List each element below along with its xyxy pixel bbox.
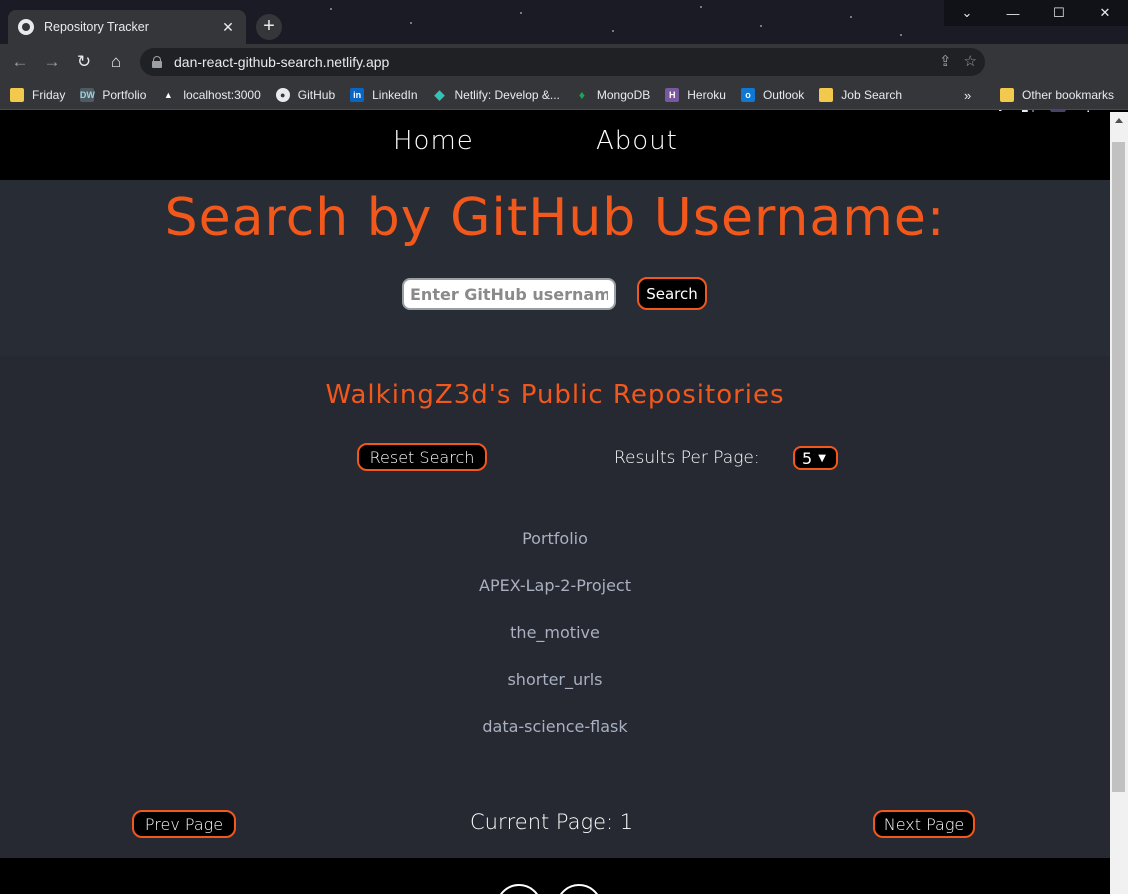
bookmark-label: GitHub [297,87,336,102]
window-controls: ⌄ — ☐ ✕ [944,0,1128,26]
bookmark-item[interactable]: DW Portfolio [79,87,147,102]
forward-icon[interactable]: → [36,46,68,78]
results-per-page-label: Results Per Page: [614,448,760,468]
search-button[interactable]: Search [637,277,707,310]
heroku-icon: H [665,87,680,102]
current-page-indicator: Current Page: 1 [470,810,634,834]
bookmark-label: Outlook [762,87,805,102]
folder-icon [1000,88,1014,102]
github-favicon-icon [18,19,34,35]
linkedin-icon: in [350,87,365,102]
chevron-down-icon: ▼ [818,452,826,464]
browser-title-bar: Repository Tracker ✕ + ⌄ — ☐ ✕ [0,0,1128,44]
mongodb-icon: ♦ [578,87,585,102]
reset-search-button[interactable]: Reset Search [357,443,487,471]
username-search-input[interactable] [402,278,616,310]
bookmark-item[interactable]: H Heroku [665,87,726,102]
nav-home-link[interactable]: Home [393,126,474,156]
lock-icon [152,56,162,68]
bookmark-item[interactable]: o Outlook [740,87,805,102]
bookmark-item[interactable]: ♦ MongoDB [575,88,650,102]
browser-tab[interactable]: Repository Tracker ✕ [8,10,246,44]
next-page-button[interactable]: Next Page [873,810,975,838]
scroll-up-arrow-icon[interactable] [1115,118,1123,123]
page-viewport: Home About Search by GitHub Username: Se… [0,112,1110,894]
bookmark-label: Heroku [687,87,726,102]
close-window-icon[interactable]: ✕ [1082,0,1128,26]
footer-social-icon[interactable] [556,884,602,894]
bookmark-item[interactable]: ● GitHub [275,87,336,102]
bookmark-label: Job Search [841,87,902,102]
results-per-page-select[interactable]: 5 ▼ [793,446,838,470]
bookmark-item[interactable]: ◆ Netlify: Develop &... [433,86,560,102]
repo-list-item[interactable]: Portfolio [0,529,1110,548]
page-title: Search by GitHub Username: [164,188,946,248]
repo-list-item[interactable]: the_motive [0,623,1110,642]
tab-title: Repository Tracker [44,20,149,34]
bookmark-label: Other bookmarks [1022,88,1115,102]
netlify-icon: ◆ [434,86,445,102]
bookmark-item[interactable]: ▲ localhost:3000 [161,87,261,102]
results-section: WalkingZ3d's Public Repositories Reset S… [0,356,1110,858]
bookmark-item[interactable]: Job Search [819,87,902,102]
triangle-icon: ▲ [163,89,173,100]
bookmark-label: LinkedIn [372,87,418,102]
close-tab-icon[interactable]: ✕ [220,19,236,35]
browser-toolbar: ← → ↻ ⌂ dan-react-github-search.netlify.… [0,44,1128,115]
more-bookmarks-chevron-icon[interactable]: » [964,80,971,110]
folder-icon [819,87,834,102]
reload-icon[interactable]: ↻ [68,46,100,78]
bookmark-label: Netlify: Develop &... [454,87,560,102]
prev-page-button[interactable]: Prev Page [132,810,236,838]
address-bar[interactable]: dan-react-github-search.netlify.app ⇪ ☆ [140,48,985,76]
outlook-icon: o [740,87,755,102]
maximize-icon[interactable]: ☐ [1036,0,1082,26]
bookmark-star-icon[interactable]: ☆ [964,52,977,70]
share-icon[interactable]: ⇪ [939,52,952,70]
back-icon[interactable]: ← [4,46,36,78]
search-section: Search by GitHub Username: Search [0,180,1110,356]
bookmarks-bar: Friday DW Portfolio ▲ localhost:3000 ● GitH… [0,80,1128,110]
new-tab-button[interactable]: + [256,14,282,40]
bookmark-label: Friday [32,87,66,102]
bookmark-label: Portfolio [102,87,147,102]
bookmark-label: localhost:3000 [183,87,261,102]
site-navbar: Home About [0,112,1110,180]
footer-social-icon[interactable] [496,884,542,894]
url-text: dan-react-github-search.netlify.app [174,54,390,70]
minimize-icon[interactable]: — [990,0,1036,26]
other-bookmarks[interactable]: Other bookmarks [1000,80,1114,110]
repo-list-item[interactable]: data-science-flask [0,717,1110,736]
repo-list-item[interactable]: shorter_urls [0,670,1110,689]
folder-icon [10,87,24,102]
bookmark-item[interactable]: in LinkedIn [350,87,418,102]
dw-icon: DW [79,87,95,102]
site-footer [0,858,1110,894]
nav-about-link[interactable]: About [596,126,678,156]
results-heading: WalkingZ3d's Public Repositories [325,380,785,410]
repo-list-item[interactable]: APEX-Lap-2-Project [0,576,1110,595]
results-per-page-value: 5 [802,448,813,468]
page-scrollbar[interactable] [1110,112,1128,894]
github-icon: ● [275,87,290,102]
home-icon[interactable]: ⌂ [100,46,132,78]
tab-search-icon[interactable]: ⌄ [944,0,990,26]
bookmark-item[interactable]: Friday [10,87,66,102]
scrollbar-thumb[interactable] [1112,142,1125,792]
bookmark-label: MongoDB [596,87,651,102]
